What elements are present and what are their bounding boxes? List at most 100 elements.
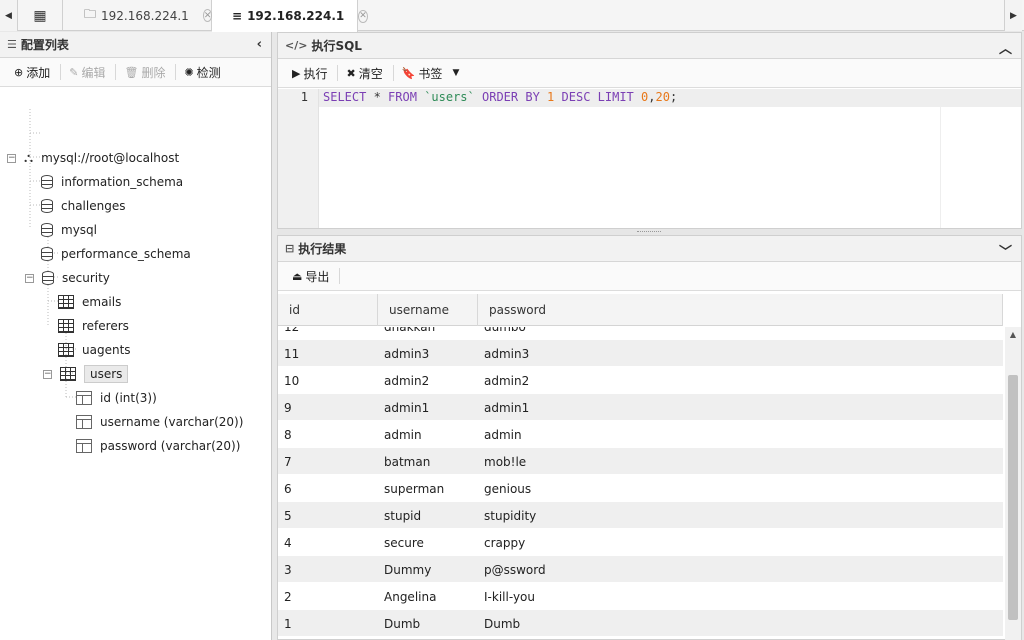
results-grid-header: id username password [278,294,1003,326]
close-icon[interactable]: ✕ [202,9,213,22]
tab-label: 192.168.224.1 [101,8,189,23]
tree-db-node[interactable]: performance_schema [41,243,191,265]
table-cell-username: Dummy [384,562,432,577]
table-cell-username: admin [384,427,422,442]
run-button[interactable]: ▶ 执行 [286,62,335,84]
code-token: `users` [424,90,475,104]
divider [337,65,339,81]
code-token: 20 [655,90,670,104]
database-icon: ≡ [232,9,243,23]
tree-db-node-security[interactable]: − security [25,267,110,289]
column-header-password[interactable]: password [478,294,1003,326]
table-cell-username: stupid [384,508,422,523]
tree-root-node[interactable]: − ⛬ mysql://root@localhost [7,147,179,169]
table-row[interactable]: 5 stupid stupidity [278,502,1003,529]
tree-column-node[interactable]: id (int(3)) [76,387,157,409]
home-tab[interactable]: ▦ [18,0,63,31]
node-label: challenges [61,199,126,213]
chevron-down-icon[interactable]: ﹀ [999,241,1012,260]
chevron-up-icon[interactable]: ︿ [999,38,1012,57]
tree-db-node[interactable]: challenges [41,195,125,217]
tab-bar: ◀ ▦ 🗀 192.168.224.1 ✕ ≡ 192.168.224.1 ✕ … [0,0,1024,32]
table-row[interactable]: 11 admin3 admin3 [278,340,1003,367]
panel-title: 执行结果 [298,242,347,256]
table-cell-id: 6 [284,481,292,496]
tab-connection-1[interactable]: 🗀 192.168.224.1 ✕ [64,0,213,31]
tree-db-node[interactable]: mysql [41,219,97,241]
code-token: ORDER [482,90,519,104]
table-row[interactable]: 3 Dummy p@ssword [278,556,1003,583]
config-list-header: ☰ 配置列表 ‹ [0,32,271,58]
tree-column-node[interactable]: password (varchar(20)) [76,435,240,457]
table-cell-username: secure [384,535,424,550]
code-icon: </> [285,39,308,52]
collapse-icon[interactable]: − [43,369,52,379]
column-header-label: username [389,303,449,317]
clear-button[interactable]: ✖ 清空 [340,62,390,84]
server-network-icon: ⛬ [24,150,34,166]
table-row[interactable]: 7 batman mob!le [278,448,1003,475]
table-row[interactable]: 2 Angelina I-kill-you [278,583,1003,610]
node-label: id (int(3)) [100,391,157,405]
table-cell-password: admin [484,427,522,442]
results-panel-header: ⊟ 执行结果 ﹀ [278,236,1021,262]
column-header-id[interactable]: id [278,294,378,326]
divider [115,64,117,80]
node-label: emails [82,295,122,309]
code-token: BY [525,90,540,104]
table-row[interactable]: 10 admin2 admin2 [278,367,1003,394]
table-row[interactable]: 12dhakkandumbo [278,327,1003,340]
plus-circle-icon: ⊕ [14,65,24,79]
table-row[interactable]: 4 secure crappy [278,529,1003,556]
table-cell-password: admin1 [484,400,530,415]
tab-scroll-right-button[interactable]: ▶ [1004,0,1022,31]
table-cell-password: I-kill-you [484,589,535,604]
sql-panel-header: </> 执行SQL ︿ [278,33,1021,59]
tab-connection-2[interactable]: ≡ 192.168.224.1 ✕ [212,0,368,32]
delete-label: 删除 [141,65,166,80]
run-label: 执行 [303,66,328,81]
collapse-icon[interactable]: − [25,273,34,283]
check-button[interactable]: ✺ 检测 [178,61,228,83]
collapse-left-icon[interactable]: ‹ [257,37,262,52]
table-row[interactable]: 6 superman genious [278,475,1003,502]
table-cell-password: Dumb [484,616,521,631]
close-icon[interactable]: ✕ [358,9,368,23]
folder-icon: 🗀 [84,7,97,21]
config-list-panel: ☰ 配置列表 ‹ ⊕ 添加 ✎ 编辑 🗑 删除 ✺ 检测 − ⛬ mysql:/… [0,32,272,640]
table-row[interactable]: 8 admin admin [278,421,1003,448]
tree-db-node[interactable]: information_schema [41,171,183,193]
scroll-up-icon[interactable]: ▲ [1005,327,1021,343]
table-row[interactable]: 9 admin1 admin1 [278,394,1003,421]
table-cell-username: admin1 [384,400,430,415]
export-button[interactable]: ⏏ 导出 [286,265,337,287]
column-header-username[interactable]: username [378,294,478,326]
results-scrollbar[interactable]: ▲ [1005,327,1021,640]
tree-table-node[interactable]: referers [58,315,129,337]
collapse-icon[interactable]: − [7,153,16,163]
list-icon: ☰ [7,38,17,51]
table-row[interactable]: 1 Dumb Dumb [278,610,1003,637]
delete-button[interactable]: 🗑 删除 [118,61,173,83]
add-button[interactable]: ⊕ 添加 [8,61,58,83]
node-label: username (varchar(20)) [100,415,244,429]
tree-table-node[interactable]: emails [58,291,121,313]
spinner-icon: ✺ [184,65,194,79]
edit-button[interactable]: ✎ 编辑 [63,61,113,83]
table-cell-password: genious [484,481,532,496]
tree-column-node[interactable]: username (varchar(20)) [76,411,243,433]
tree-table-node-users[interactable]: − users [43,363,129,385]
node-label: mysql [61,223,97,237]
sql-editor[interactable]: 1 SELECT * FROM `users` ORDER BY 1 DESC … [278,89,1021,228]
divider [175,64,177,80]
edit-label: 编辑 [81,65,106,80]
tree-table-node[interactable]: uagents [58,339,131,361]
node-label: information_schema [61,175,184,189]
divider [60,64,62,80]
bookmark-button[interactable]: 🔖 书签 ▼ [396,62,468,84]
upload-icon: ⏏ [292,269,303,283]
scrollbar-thumb[interactable] [1008,375,1018,620]
tab-scroll-left-button[interactable]: ◀ [0,0,18,31]
